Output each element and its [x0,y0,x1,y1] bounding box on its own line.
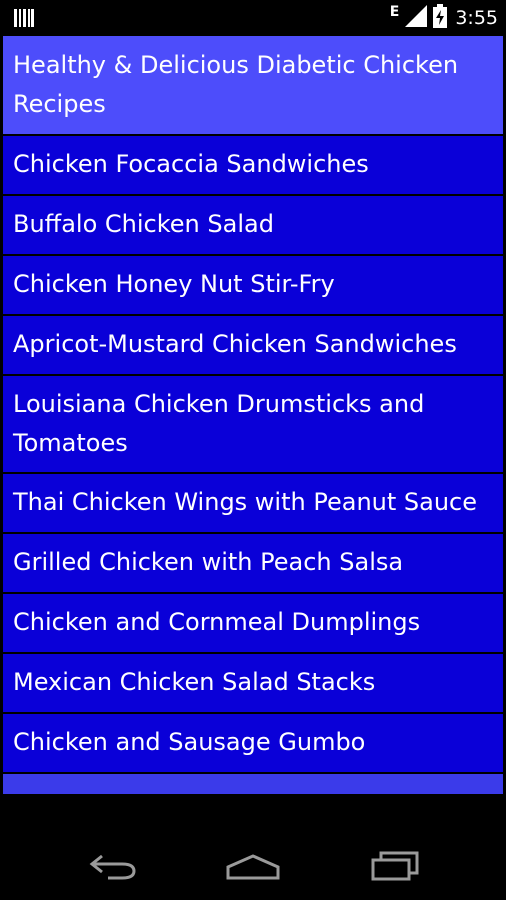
list-item[interactable]: Thai Chicken Wings with Peanut Sauce [3,474,503,532]
list-item-partial[interactable] [3,774,503,794]
list-item[interactable]: Buffalo Chicken Salad [3,196,503,254]
list-item[interactable]: Grilled Chicken with Peach Salsa [3,534,503,592]
list-item[interactable]: Chicken Focaccia Sandwiches [3,136,503,194]
barcode-icon [14,9,34,27]
list-item[interactable]: Chicken Honey Nut Stir-Fry [3,256,503,314]
battery-charging-icon [433,4,448,32]
phone-screen: E 3:55 Healthy & Delicious Diabetic Chic… [0,0,506,900]
back-icon[interactable] [83,848,143,884]
list-item[interactable]: Apricot-Mustard Chicken Sandwiches [3,316,503,374]
recipe-list-container[interactable]: Healthy & Delicious Diabetic Chicken Rec… [0,36,506,832]
list-item[interactable]: Chicken and Sausage Gumbo [3,714,503,772]
list-header[interactable]: Healthy & Delicious Diabetic Chicken Rec… [3,36,503,134]
navigation-bar [0,832,506,900]
status-bar: E 3:55 [0,0,506,36]
list-item[interactable]: Mexican Chicken Salad Stacks [3,654,503,712]
status-icons: E 3:55 [389,4,498,32]
recipe-list: Healthy & Delicious Diabetic Chicken Rec… [0,36,506,794]
list-item[interactable]: Louisiana Chicken Drumsticks and Tomatoe… [3,376,503,472]
signal-icon [405,5,428,31]
network-type-label: E [389,4,400,20]
list-item[interactable]: Chicken and Cornmeal Dumplings [3,594,503,652]
recents-icon[interactable] [365,848,425,884]
home-icon[interactable] [223,848,283,884]
clock: 3:55 [455,7,498,29]
